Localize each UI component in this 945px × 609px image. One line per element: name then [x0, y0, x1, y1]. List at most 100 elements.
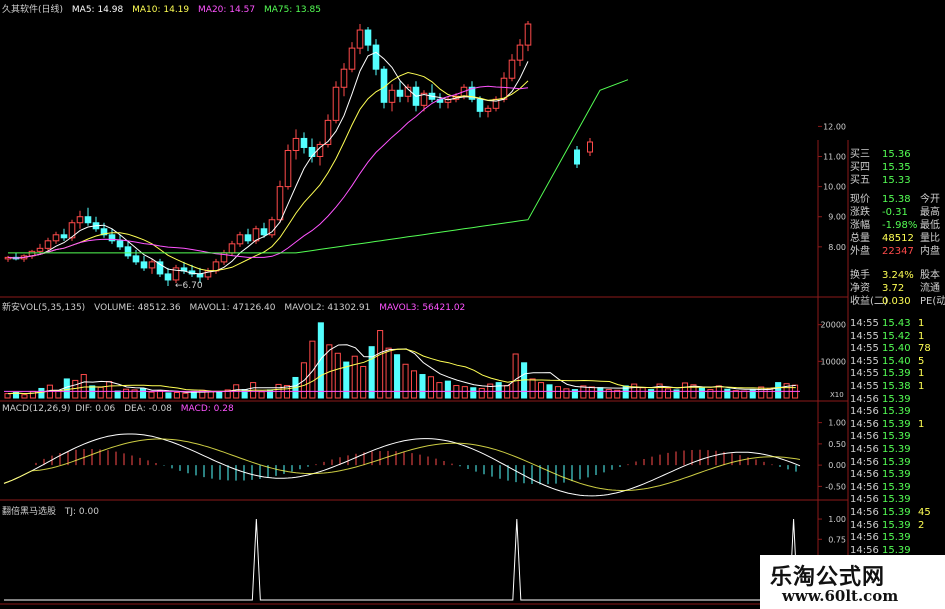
- candle-body: [308, 146, 316, 158]
- volume-bars: [4, 322, 800, 399]
- tick-time: 14:55: [850, 368, 879, 380]
- volume-bar: [72, 379, 79, 399]
- stat-value: 48512: [882, 233, 914, 244]
- candle-body: [148, 261, 156, 269]
- stat-label-2: 流通: [920, 283, 940, 294]
- low-price-label: ←6.70: [175, 281, 203, 291]
- volume-bar: [537, 382, 545, 399]
- macd-axis-tick-label: 0.50: [828, 440, 846, 449]
- quote-panel: 买三 15.36 买四 15.35 买五 15.33 现价 15.38 今开 涨跌 -0.31 最高涨…: [848, 0, 945, 609]
- macd-axis-tick-label: 0.00: [828, 461, 846, 470]
- stat-label-2: 最高: [920, 207, 940, 218]
- tick-volume: 45: [918, 507, 931, 518]
- stat-value: 15.38: [882, 194, 911, 205]
- mavol1-line: [8, 344, 796, 395]
- volume-bar: [724, 388, 731, 399]
- volume-bar: [707, 389, 714, 399]
- tick-price: 15.39: [882, 532, 911, 544]
- tick-time: 14:56: [850, 532, 879, 544]
- ma5-value: MA5: 14.98: [71, 5, 124, 15]
- stat-value: -1.98%: [882, 220, 918, 231]
- tick-price: 15.39: [882, 494, 911, 506]
- volume-bar: [4, 393, 11, 399]
- volume-bar: [563, 388, 570, 399]
- tj-value: TJ: 0.00: [64, 507, 99, 517]
- tj-plot: [4, 519, 818, 601]
- volume-bar: [123, 388, 130, 399]
- candle-body: [292, 137, 300, 151]
- stat-label-2: PE(动): [920, 296, 945, 307]
- stat-label: 涨幅: [850, 220, 870, 231]
- stat-value: 22347: [882, 246, 914, 257]
- volume-bar: [597, 387, 604, 399]
- volume-title: 新安VOL(5,35,135): [2, 303, 86, 313]
- macd-plot: [3, 433, 801, 497]
- volume-bar: [258, 391, 265, 399]
- candle-body: [516, 44, 524, 61]
- tick-price: 15.40: [882, 343, 911, 355]
- stat-label-2: 量比: [920, 233, 940, 244]
- tick-time: 14:56: [850, 418, 879, 430]
- tick-volume: 5: [918, 355, 925, 367]
- tick-price: 15.39: [882, 456, 911, 468]
- stat-value: 3.24%: [882, 270, 914, 281]
- stat-value: -0.31: [882, 207, 908, 218]
- stat-label: 现价: [850, 194, 870, 205]
- volume-bar: [461, 386, 468, 399]
- volume-bar: [665, 388, 672, 399]
- tick-price: 15.39: [882, 469, 911, 481]
- volume-bar: [648, 389, 655, 399]
- candle-body: [228, 243, 236, 254]
- stat-label: 外盘: [850, 246, 870, 257]
- volume-bar: [368, 346, 375, 399]
- volume-bar: [580, 385, 587, 399]
- ma20-line: [7, 85, 529, 259]
- tick-volume: 78: [918, 343, 931, 355]
- volume-bar: [470, 387, 477, 399]
- volume-header: 新安VOL(5,35,135) VOLUME: 48512.36 MAVOL1:…: [2, 300, 471, 313]
- ma75-line: [8, 79, 629, 254]
- tick-price: 15.39: [882, 368, 911, 380]
- volume-bar: [419, 374, 426, 399]
- tj-header: 翻倍黑马选股 TJ: 0.00: [2, 504, 105, 517]
- dif-line: [3, 433, 801, 497]
- candle-body: [44, 240, 52, 249]
- candle-body: [484, 107, 492, 112]
- tick-price: 15.39: [882, 406, 911, 418]
- macd-axis-tick-label: 1.00: [828, 419, 846, 428]
- tick-time: 14:56: [850, 406, 879, 418]
- volume-bar: [80, 374, 87, 399]
- mavol1-value: MAVOL1: 47126.40: [189, 303, 276, 313]
- volume-bar: [148, 391, 155, 399]
- candle-body: [332, 86, 340, 121]
- tick-time: 14:56: [850, 456, 879, 468]
- tick-volume: 1: [918, 318, 925, 329]
- tj-title: 翻倍黑马选股: [2, 507, 57, 517]
- candle-body: [356, 29, 364, 49]
- volume-bar: [402, 363, 409, 399]
- tick-time: 14:56: [850, 519, 879, 531]
- price-axis-tick-label: 11.00: [823, 153, 846, 162]
- candle-body: [500, 77, 508, 100]
- volume-bar: [571, 389, 578, 399]
- ma20-value: MA20: 14.57: [198, 5, 256, 15]
- volume-bar: [21, 394, 28, 399]
- volume-bar: [605, 389, 612, 399]
- candle-body: [52, 234, 60, 242]
- candle-body: [132, 255, 140, 263]
- stat-label: 总量: [850, 233, 870, 244]
- bid-label: 买三: [850, 149, 870, 160]
- candle-body: [140, 261, 148, 269]
- stat-label-2: 最低: [920, 220, 940, 231]
- price-axis-tick-label: 10.00: [823, 183, 846, 192]
- ma-lines: [7, 51, 629, 275]
- volume-bar: [89, 385, 96, 399]
- candle-body: [388, 89, 396, 103]
- stat-label: 涨跌: [850, 207, 870, 218]
- volume-bar: [385, 347, 392, 399]
- candles: [4, 21, 593, 286]
- tj-line: [4, 519, 818, 601]
- volume-bar: [529, 378, 536, 399]
- tj-axis-tick-label: 1.00: [828, 515, 846, 524]
- tick-time: 14:56: [850, 431, 879, 443]
